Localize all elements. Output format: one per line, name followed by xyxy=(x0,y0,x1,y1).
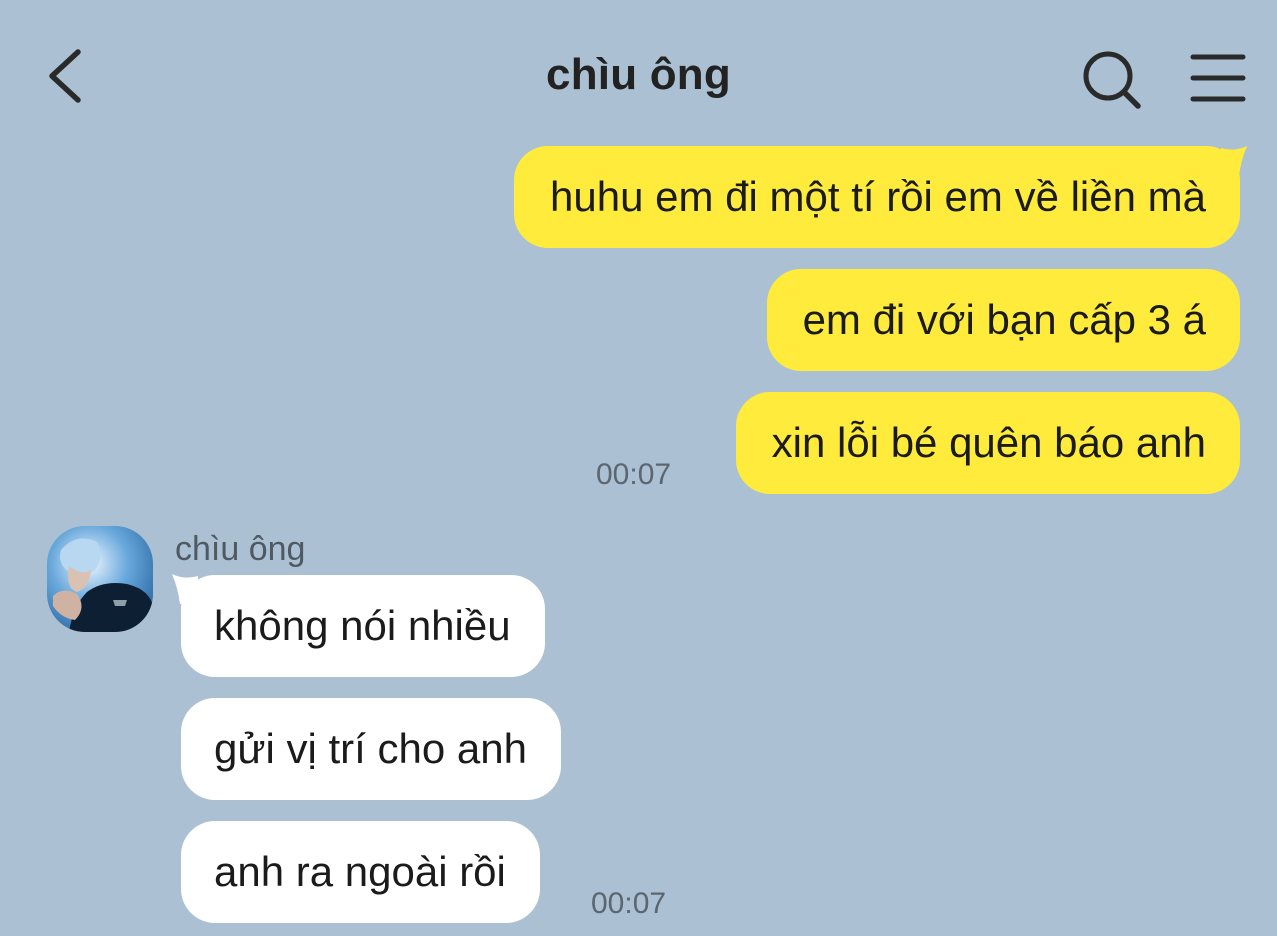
chat-header: chìu ông xyxy=(0,0,1277,150)
avatar[interactable] xyxy=(47,526,153,632)
avatar-photo xyxy=(47,526,153,632)
search-icon xyxy=(1083,51,1141,109)
incoming-message[interactable]: anh ra ngoài rồi xyxy=(181,821,540,923)
hamburger-menu-icon xyxy=(1190,54,1246,102)
menu-button[interactable] xyxy=(1186,50,1250,106)
message-timestamp: 00:07 xyxy=(591,887,667,920)
outgoing-message[interactable]: em đi với bạn cấp 3 á xyxy=(766,269,1240,371)
sender-name: chìu ông xyxy=(175,530,306,568)
search-button[interactable] xyxy=(1078,46,1144,112)
outgoing-message[interactable]: huhu em đi một tí rồi em về liền mà xyxy=(514,146,1240,248)
outgoing-message[interactable]: xin lỗi bé quên báo anh xyxy=(735,392,1240,494)
message-timestamp: 00:07 xyxy=(596,458,672,491)
incoming-message[interactable]: không nói nhiều xyxy=(181,575,545,677)
incoming-message[interactable]: gửi vị trí cho anh xyxy=(181,698,561,800)
